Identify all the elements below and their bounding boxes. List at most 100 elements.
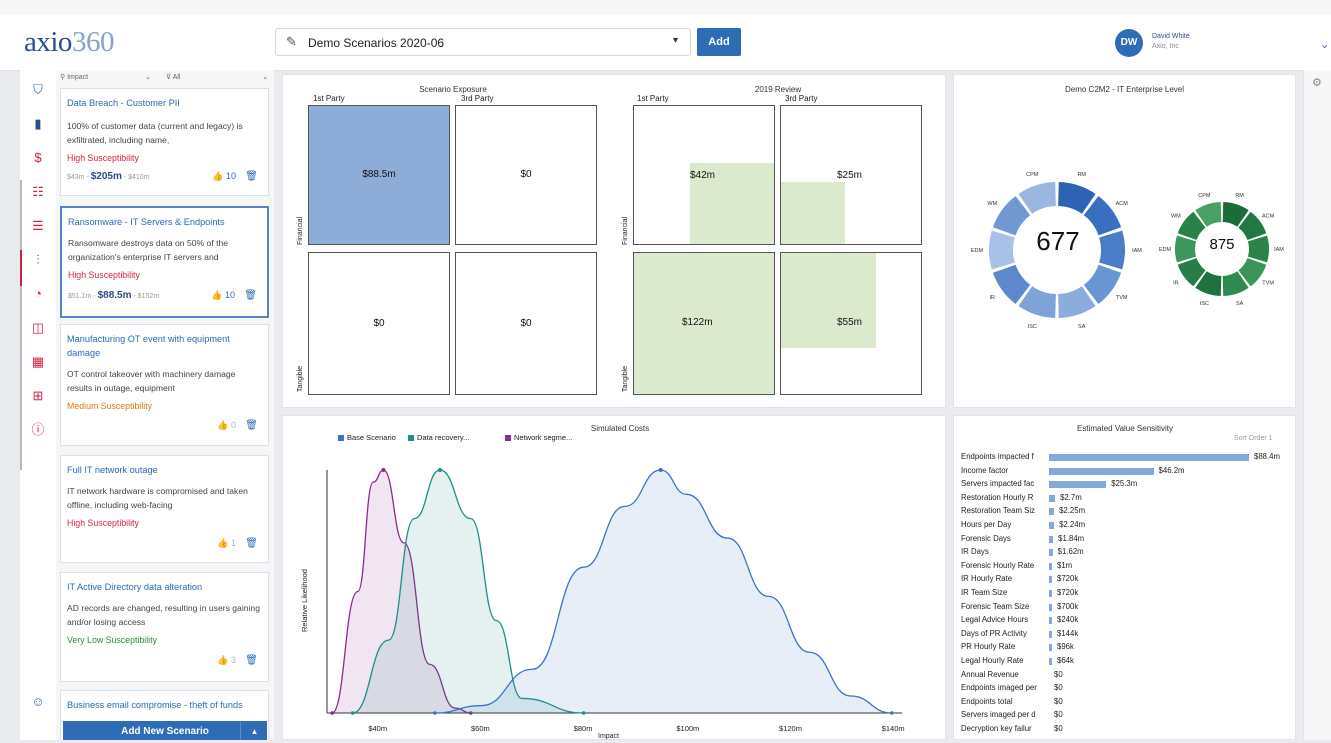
scenario-title[interactable]: Full IT network outage xyxy=(67,463,262,477)
simulated-costs-chart[interactable] xyxy=(282,415,946,740)
scenario-card-selected[interactable]: Ransomware - IT Servers & Endpoints Rans… xyxy=(60,206,269,318)
add-scenario-menu-caret-icon[interactable]: ▲ xyxy=(240,721,268,740)
sliders-icon[interactable]: ☷ xyxy=(30,184,46,200)
review-row-tangible: Tangible xyxy=(622,365,629,392)
shield-icon[interactable]: ⛉ xyxy=(30,82,46,98)
sensitivity-bar[interactable] xyxy=(1049,603,1052,611)
thumbs-up-votes[interactable]: 👍 3 xyxy=(217,655,236,666)
sensitivity-bar[interactable] xyxy=(1049,630,1052,638)
review-quad-fin-1st[interactable]: $42m xyxy=(633,105,775,245)
sensitivity-label: Servers imaged per d xyxy=(961,710,1036,720)
impact-filter[interactable]: ⚲ Impact ⌄ xyxy=(60,73,151,81)
dollar-icon[interactable]: $ xyxy=(30,150,46,166)
sensitivity-bar[interactable] xyxy=(1049,481,1107,489)
donut-label: IR xyxy=(1173,281,1179,287)
document-icon[interactable]: ▮ xyxy=(30,116,46,132)
exposure-quad-fin-3rd[interactable]: $0 xyxy=(455,105,597,245)
scenario-set-select[interactable]: ✎ Demo Scenarios 2020-06 ▾ xyxy=(275,28,691,56)
all-filter[interactable]: ⊽ All ⌄ xyxy=(166,73,268,81)
sensitivity-bar[interactable] xyxy=(1049,522,1055,529)
thumbs-up-votes[interactable]: 👍 10 xyxy=(212,171,236,182)
series-peak-point[interactable] xyxy=(658,468,663,472)
sensitivity-value: $46.2m xyxy=(1158,465,1185,475)
scenario-desc: AD records are changed, resulting in use… xyxy=(67,603,260,627)
map-icon[interactable]: ⊞ xyxy=(30,388,46,404)
sensitivity-label: Legal Hourly Rate xyxy=(961,656,1024,665)
sensitivity-bar[interactable] xyxy=(1049,617,1052,625)
user-name: David White xyxy=(1152,33,1190,40)
series-peak-point[interactable] xyxy=(381,468,386,472)
sensitivity-label: Forensic Days xyxy=(961,533,1011,543)
scenario-card[interactable]: Full IT network outage IT network hardwa… xyxy=(60,455,269,563)
scenario-set-value: Demo Scenarios 2020-06 xyxy=(308,36,445,50)
gauge-icon[interactable]: ◔ xyxy=(30,286,46,302)
sensitivity-bar[interactable] xyxy=(1049,467,1154,475)
susceptibility-label: High Susceptibility xyxy=(67,153,139,163)
sensitivity-bar[interactable] xyxy=(1049,549,1053,557)
scenario-title[interactable]: IT Active Directory data alteration xyxy=(67,580,262,594)
thumbs-up-votes[interactable]: 👍 1 xyxy=(217,538,236,549)
settings-gears-icon[interactable]: ⚙ xyxy=(1312,76,1322,89)
sensitivity-value: $2.24m xyxy=(1059,520,1086,529)
book-icon[interactable]: ◫ xyxy=(30,320,46,336)
trash-icon[interactable]: 🗑 xyxy=(244,290,257,301)
app-logo[interactable]: axio360 xyxy=(24,26,114,59)
sensitivity-label: Restoration Team Siz xyxy=(961,506,1035,516)
scenario-title[interactable]: Manufacturing OT event with equipment da… xyxy=(67,332,262,360)
susceptibility-label: High Susceptibility xyxy=(67,518,139,528)
donut-segment-edm[interactable] xyxy=(1175,235,1197,263)
donut-label: TVM xyxy=(1262,281,1274,287)
user-menu-chevron-icon[interactable]: ⌄ xyxy=(1320,38,1329,51)
sensitivity-bar[interactable] xyxy=(1049,644,1052,652)
chart-icon[interactable]: ⫶ xyxy=(30,252,46,268)
sensitivity-bar[interactable] xyxy=(1049,658,1052,665)
add-button[interactable]: Add xyxy=(697,28,741,56)
sensitivity-bar[interactable] xyxy=(1049,576,1052,584)
review-value: $25m xyxy=(837,170,863,181)
avatar[interactable]: DW xyxy=(1115,29,1143,57)
scenario-card[interactable]: Data Breach - Customer PII 100% of custo… xyxy=(60,88,269,196)
review-value: $42m xyxy=(690,170,716,181)
sensitivity-bar[interactable] xyxy=(1049,590,1052,597)
thumbs-up-votes[interactable]: 👍 0 xyxy=(217,420,236,431)
review-quad-fin-3rd[interactable]: $25m xyxy=(780,105,922,245)
add-new-scenario-button[interactable]: Add New Scenario xyxy=(63,721,267,740)
exposure-quad-tan-3rd[interactable]: $0 xyxy=(455,252,597,395)
sensitivity-bar[interactable] xyxy=(1049,494,1056,502)
trash-icon[interactable]: 🗑 xyxy=(245,655,258,666)
sensitivity-bar[interactable] xyxy=(1049,562,1052,570)
scenario-title[interactable]: Business email compromise - theft of fun… xyxy=(67,698,262,712)
stack-icon[interactable]: ☰ xyxy=(30,218,46,234)
donut-segment-iam[interactable] xyxy=(1099,230,1125,270)
trash-icon[interactable]: 🗑 xyxy=(245,420,258,431)
sensitivity-bar[interactable] xyxy=(1049,535,1054,543)
top-band xyxy=(0,0,1331,15)
sensitivity-label: Forensic Team Size xyxy=(961,601,1030,611)
sensitivity-bar[interactable] xyxy=(1049,508,1055,516)
smiley-icon[interactable]: ☺ xyxy=(30,694,46,710)
donut-label: WM xyxy=(1171,213,1181,219)
trash-icon[interactable]: 🗑 xyxy=(245,171,258,182)
thumbs-up-votes[interactable]: 👍 10 xyxy=(211,290,235,301)
review-quad-tan-3rd[interactable]: $55m xyxy=(780,252,922,395)
scenario-card[interactable]: IT Active Directory data alteration AD r… xyxy=(60,572,269,682)
susceptibility-label: Medium Susceptibility xyxy=(67,401,153,411)
scenario-desc: OT control takeover with machinery damag… xyxy=(67,369,236,393)
sensitivity-value: $1.84m xyxy=(1058,533,1085,543)
scenario-title[interactable]: Ransomware - IT Servers & Endpoints xyxy=(68,215,263,229)
series-peak-point[interactable] xyxy=(437,468,442,472)
sensitivity-bar[interactable] xyxy=(1049,454,1249,461)
scenario-title[interactable]: Data Breach - Customer PII xyxy=(67,96,262,110)
donut-segment-iam[interactable] xyxy=(1247,235,1269,263)
exposure-quad-fin-1st[interactable]: $88.5m xyxy=(308,105,450,245)
sort-order-label[interactable]: Sort Order 1 xyxy=(1234,435,1273,442)
donut-segment-edm[interactable] xyxy=(989,230,1015,270)
exposure-quad-tan-1st[interactable]: $0 xyxy=(308,252,450,395)
sensitivity-label: Forensic Hourly Rate xyxy=(961,560,1035,570)
sensitivity-value: $720k xyxy=(1057,574,1079,584)
scenario-card[interactable]: Manufacturing OT event with equipment da… xyxy=(60,324,269,446)
review-quad-tan-1st[interactable]: $122m xyxy=(633,252,775,395)
table-icon[interactable]: ▦ xyxy=(30,354,46,370)
info-icon[interactable]: ⓘ xyxy=(30,422,46,438)
trash-icon[interactable]: 🗑 xyxy=(245,538,258,549)
